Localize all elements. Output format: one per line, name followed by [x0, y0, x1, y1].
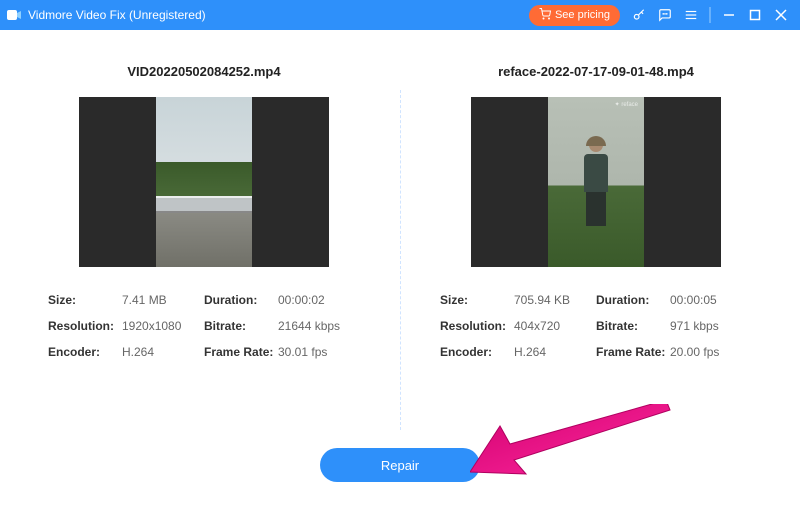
- prop-value: 705.94 KB: [514, 293, 570, 307]
- main-content: VID20220502084252.mp4 Size:7.41 MB Durat…: [0, 30, 800, 430]
- prop-value: 21644 kbps: [278, 319, 340, 333]
- right-thumbnail-image: ✦ reface: [548, 97, 644, 267]
- app-logo-icon: [6, 7, 22, 23]
- prop-label: Duration:: [596, 293, 670, 307]
- see-pricing-label: See pricing: [555, 9, 610, 21]
- prop-value: 20.00 fps: [670, 345, 719, 359]
- prop-label: Resolution:: [48, 319, 122, 333]
- feedback-icon[interactable]: [652, 3, 678, 27]
- right-filename: reface-2022-07-17-09-01-48.mp4: [440, 64, 752, 79]
- left-filename: VID20220502084252.mp4: [48, 64, 360, 79]
- minimize-button[interactable]: [716, 3, 742, 27]
- table-row: Size:7.41 MB Duration:00:00:02: [48, 293, 360, 307]
- menu-icon[interactable]: [678, 3, 704, 27]
- table-row: Encoder:H.264 Frame Rate:20.00 fps: [440, 345, 752, 359]
- left-properties: Size:7.41 MB Duration:00:00:02 Resolutio…: [48, 293, 360, 359]
- repair-button[interactable]: Repair: [320, 448, 480, 482]
- key-icon[interactable]: [626, 3, 652, 27]
- table-row: Size:705.94 KB Duration:00:00:05: [440, 293, 752, 307]
- prop-value: 971 kbps: [670, 319, 719, 333]
- close-button[interactable]: [768, 3, 794, 27]
- prop-value: H.264: [514, 345, 546, 359]
- maximize-button[interactable]: [742, 3, 768, 27]
- prop-label: Frame Rate:: [204, 345, 278, 359]
- prop-label: Bitrate:: [596, 319, 670, 333]
- prop-value: 00:00:02: [278, 293, 325, 307]
- window-title: Vidmore Video Fix (Unregistered): [28, 8, 206, 22]
- prop-value: 404x720: [514, 319, 560, 333]
- prop-value: 7.41 MB: [122, 293, 167, 307]
- footer: Repair: [0, 430, 800, 517]
- prop-label: Frame Rate:: [596, 345, 670, 359]
- prop-value: 1920x1080: [122, 319, 181, 333]
- prop-label: Resolution:: [440, 319, 514, 333]
- prop-label: Encoder:: [48, 345, 122, 359]
- right-column: reface-2022-07-17-09-01-48.mp4 ✦ reface …: [400, 30, 800, 430]
- prop-value: 00:00:05: [670, 293, 717, 307]
- prop-label: Size:: [48, 293, 122, 307]
- prop-label: Bitrate:: [204, 319, 278, 333]
- table-row: Resolution:1920x1080 Bitrate:21644 kbps: [48, 319, 360, 333]
- prop-value: 30.01 fps: [278, 345, 327, 359]
- repair-button-label: Repair: [381, 458, 419, 473]
- titlebar: Vidmore Video Fix (Unregistered) See pri…: [0, 0, 800, 30]
- left-column: VID20220502084252.mp4 Size:7.41 MB Durat…: [0, 30, 400, 430]
- right-properties: Size:705.94 KB Duration:00:00:05 Resolut…: [440, 293, 752, 359]
- left-thumbnail[interactable]: [79, 97, 329, 267]
- column-divider: [400, 90, 401, 430]
- prop-label: Size:: [440, 293, 514, 307]
- see-pricing-button[interactable]: See pricing: [529, 5, 620, 26]
- watermark-icon: ✦ reface: [615, 101, 638, 108]
- prop-label: Encoder:: [440, 345, 514, 359]
- prop-value: H.264: [122, 345, 154, 359]
- right-thumbnail[interactable]: ✦ reface: [471, 97, 721, 267]
- table-row: Resolution:404x720 Bitrate:971 kbps: [440, 319, 752, 333]
- table-row: Encoder:H.264 Frame Rate:30.01 fps: [48, 345, 360, 359]
- left-thumbnail-image: [156, 97, 252, 267]
- prop-label: Duration:: [204, 293, 278, 307]
- cart-icon: [539, 8, 551, 23]
- titlebar-separator: [704, 3, 716, 27]
